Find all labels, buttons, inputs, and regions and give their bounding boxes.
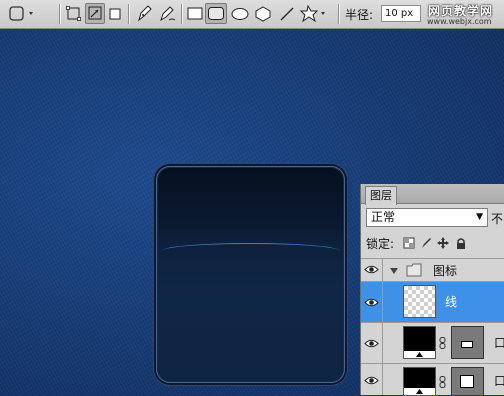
lock-transparent-pixels-icon[interactable]	[403, 237, 415, 249]
slider-triangle-icon	[416, 389, 423, 394]
ellipse-tool-button[interactable]	[229, 3, 251, 24]
link-chain-icon[interactable]	[439, 376, 446, 388]
layer-name-partial: 口	[494, 374, 504, 388]
fill-pixels-icon	[109, 8, 121, 20]
layer-name-partial: 口	[494, 336, 504, 350]
tool-preset-picker[interactable]	[6, 3, 38, 24]
fill-thumbnail	[403, 367, 436, 396]
freeform-pen-icon	[160, 6, 176, 22]
rounded-icon-shape[interactable]	[156, 166, 345, 383]
layers-tab-bar: 图层	[361, 184, 504, 205]
fill-pixels-button[interactable]	[107, 3, 123, 24]
fill-thumbnail	[403, 326, 436, 359]
pen-tool-button[interactable]	[134, 3, 154, 24]
rounded-rectangle-icon	[208, 7, 224, 20]
visibility-toggle[interactable]	[361, 364, 383, 395]
chevron-down-icon: ▼	[476, 212, 483, 222]
layer-group-row[interactable]: 图标	[361, 258, 504, 281]
vector-mask-thumbnail	[451, 367, 484, 396]
shape-layer-row[interactable]: 口	[361, 363, 504, 396]
link-chain-icon[interactable]	[439, 337, 446, 349]
rectangle-icon	[187, 7, 203, 20]
polygon-icon	[255, 6, 271, 22]
blend-mode-value: 正常	[371, 210, 396, 224]
shape-layers-icon	[66, 6, 81, 21]
layers-panel: 图层 正常 ▼ 不 锁定: 图标 线 口 口	[360, 184, 504, 396]
layer-name: 图标	[433, 264, 458, 278]
paths-icon	[88, 6, 102, 20]
freeform-pen-button[interactable]	[157, 3, 177, 24]
shape-layers-button[interactable]	[65, 3, 83, 24]
rectangle-tool-button[interactable]	[185, 3, 205, 24]
slider-triangle-icon	[416, 352, 423, 357]
eye-icon	[364, 376, 379, 385]
layer-name: 线	[445, 295, 458, 309]
layer-row-selected[interactable]: 线	[361, 281, 504, 322]
shape-layer-row[interactable]: 口	[361, 322, 504, 363]
layer-thumbnail	[403, 285, 436, 318]
rounded-rectangle-tool-button[interactable]	[205, 3, 227, 24]
blend-mode-select[interactable]: 正常 ▼	[366, 208, 488, 227]
lock-label: 锁定:	[366, 237, 395, 251]
pen-icon	[138, 5, 152, 22]
lock-image-pixels-icon[interactable]	[420, 237, 432, 249]
radius-label: 半径:	[345, 8, 374, 22]
options-bar: 半径: 10 px 网页教学网 www.webjx.com	[0, 0, 504, 29]
watermark: 网页教学网 www.webjx.com	[425, 2, 504, 28]
vector-mask-thumbnail	[451, 326, 484, 359]
eye-icon	[364, 265, 379, 274]
eye-icon	[364, 339, 379, 348]
visibility-toggle[interactable]	[361, 282, 383, 322]
expand-triangle-icon[interactable]	[389, 266, 399, 276]
visibility-toggle[interactable]	[361, 323, 383, 363]
custom-shape-tool-button[interactable]	[299, 3, 329, 24]
tool-preset-icon	[9, 6, 33, 21]
ellipse-icon	[231, 8, 249, 20]
custom-shape-icon	[299, 4, 325, 23]
watermark-url: www.webjx.com	[427, 17, 492, 26]
radius-input[interactable]: 10 px	[381, 5, 421, 22]
folder-icon	[406, 263, 422, 277]
opacity-label: 不	[491, 212, 504, 226]
line-icon	[280, 7, 294, 21]
line-tool-button[interactable]	[277, 3, 297, 24]
lock-position-icon[interactable]	[437, 237, 449, 249]
eye-icon	[364, 298, 379, 307]
icon-highlight-line	[161, 243, 340, 254]
paths-button[interactable]	[85, 3, 105, 24]
lock-all-icon[interactable]	[455, 237, 467, 249]
polygon-tool-button[interactable]	[253, 3, 273, 24]
tab-layers[interactable]: 图层	[365, 186, 397, 205]
visibility-toggle[interactable]	[361, 259, 383, 281]
